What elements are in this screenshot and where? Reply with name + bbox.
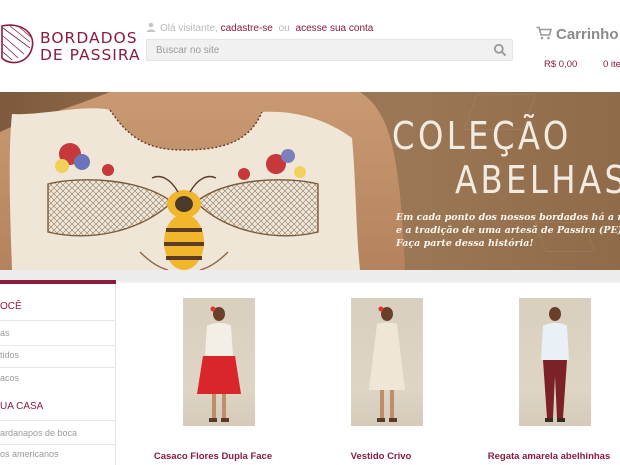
product-photo[interactable] xyxy=(519,298,591,426)
user-icon xyxy=(146,22,156,32)
account-bar: Olá visitante, cadastre-se ou acesse sua… xyxy=(146,22,373,36)
sidebar-divider xyxy=(0,367,116,368)
sidebar-divider xyxy=(0,444,116,445)
logo-text-line2: DE PASSIRA xyxy=(40,46,141,64)
banner-text: Em cada ponto dos nossos bordados há a m… xyxy=(396,211,620,250)
product-name[interactable]: Casaco Flores Dupla Face xyxy=(143,451,283,462)
product-grid: Casaco Flores Dupla Face Vestido Crivo R… xyxy=(117,284,620,465)
category-sidebar: OCÊ as tidos acos UA CASA ardanapos de b… xyxy=(0,284,116,465)
banner-title-line1: COLEÇÃO xyxy=(392,114,572,158)
cart-link[interactable]: Carrinho xyxy=(536,26,619,43)
product-name[interactable]: Regata amarela abelhinhas xyxy=(479,451,619,462)
sidebar-divider xyxy=(0,420,116,421)
product-photo[interactable] xyxy=(351,298,423,426)
model-figure xyxy=(369,306,405,422)
signup-link[interactable]: cadastre-se xyxy=(221,23,273,34)
sidebar-item[interactable]: acos xyxy=(0,373,19,383)
sidebar-item[interactable]: ardanapos de boca xyxy=(0,428,77,438)
sidebar-item[interactable]: as xyxy=(0,328,10,338)
search-box xyxy=(146,39,513,61)
logo[interactable]: BORDADOS DE PASSIRA xyxy=(0,14,140,74)
greeting-text: Olá visitante, xyxy=(160,23,218,34)
sidebar-heading-sua-casa[interactable]: UA CASA xyxy=(0,401,43,412)
hero-banner[interactable]: COLEÇÃO ABELHAS Em cada ponto dos nossos… xyxy=(0,92,620,270)
product-photo[interactable] xyxy=(183,298,255,426)
banner-text-line2: e a tradição de uma artesã de Passira (P… xyxy=(396,225,620,236)
cart-icon xyxy=(536,26,552,40)
banner-title-line2: ABELHAS xyxy=(455,158,620,202)
leaf-logo-icon xyxy=(1,24,34,64)
or-text: ou xyxy=(278,23,290,34)
product-name[interactable]: Vestido Crivo xyxy=(311,451,451,462)
search-icon[interactable] xyxy=(493,43,507,57)
logo-text-line1: BORDADOS xyxy=(40,29,138,47)
sidebar-divider xyxy=(0,320,116,321)
sidebar-heading-voce[interactable]: OCÊ xyxy=(0,301,22,312)
cart-title: Carrinho xyxy=(556,26,619,43)
model-figure xyxy=(541,307,569,422)
cart-total: R$ 0,00 xyxy=(544,59,578,70)
banner-text-line1: Em cada ponto dos nossos bordados há a m… xyxy=(396,212,620,223)
sidebar-divider xyxy=(0,345,116,346)
search-input[interactable] xyxy=(156,43,476,57)
banner-text-line3: Faça parte dessa história! xyxy=(396,238,534,249)
page: BORDADOS DE PASSIRA Olá visitante, cadas… xyxy=(0,0,620,465)
cart-item-count: 0 ite xyxy=(603,59,620,70)
login-link[interactable]: acesse sua conta xyxy=(296,23,374,34)
model-figure xyxy=(197,306,241,422)
site-header: BORDADOS DE PASSIRA Olá visitante, cadas… xyxy=(0,0,620,92)
sidebar-item[interactable]: os americanos xyxy=(0,449,59,459)
sidebar-item[interactable]: tidos xyxy=(0,350,19,360)
